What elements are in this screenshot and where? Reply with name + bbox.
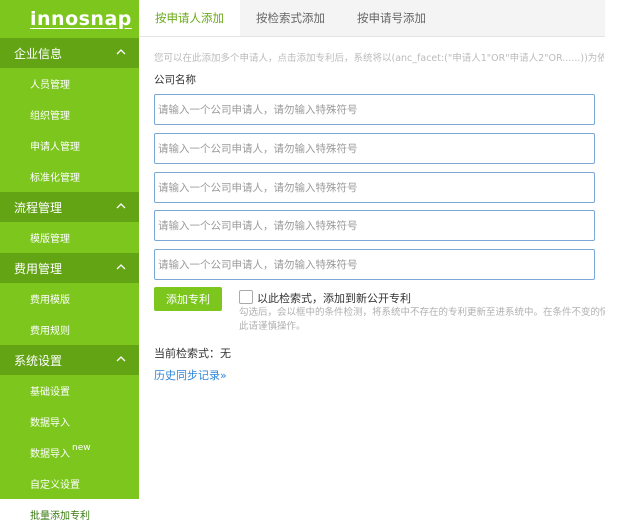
description-line: 此请谨慎操作。: [239, 321, 306, 332]
nav-group-label: 流程管理: [14, 200, 63, 215]
nav-group-label: 费用管理: [14, 261, 63, 276]
nav-group-label: 系统设置: [14, 353, 63, 368]
nav-group-label: 企业信息: [14, 46, 63, 61]
nav-group-fees[interactable]: 费用管理: [0, 253, 139, 283]
tab-by-query[interactable]: 按检索式添加: [240, 0, 341, 36]
nav-group-enterprise-info[interactable]: 企业信息: [0, 38, 139, 68]
sidebar-item-basic-settings[interactable]: 基础设置: [0, 375, 139, 406]
sidebar-item-standardization[interactable]: 标准化管理: [0, 161, 139, 192]
applicant-input-2[interactable]: [154, 133, 595, 164]
sidebar-item-fee-templates[interactable]: 费用模版: [0, 283, 139, 314]
hint-text: 您可以在此添加多个申请人，点击添加专利后，系统将以(anc_facet:("申请…: [154, 53, 604, 64]
logo[interactable]: innosnap: [0, 0, 139, 38]
add-patents-button[interactable]: 添加专利: [154, 287, 222, 311]
current-query-label: 当前检索式：无: [154, 347, 231, 360]
chevron-up-icon: [116, 355, 126, 365]
applicant-input-4[interactable]: [154, 210, 595, 241]
nav-group-system-settings[interactable]: 系统设置: [0, 345, 139, 375]
sidebar: innosnap 企业信息 人员管理 组织管理 申请人管理 标准化管理 流程管理…: [0, 0, 139, 530]
description-line: 勾选后，会以框中的条件检测，将系统中不存在的专利更新至进系统中。在条件不变的情况: [239, 307, 605, 318]
main-content: 按申请人添加 按检索式添加 按申请号添加 您可以在此添加多个申请人，点击添加专利…: [139, 0, 605, 530]
nav-group-workflow[interactable]: 流程管理: [0, 192, 139, 222]
chevron-up-icon: [116, 48, 126, 58]
sidebar-item-data-import-new[interactable]: 数据导入 new: [0, 437, 139, 468]
sidebar-item-data-import[interactable]: 数据导入: [0, 406, 139, 437]
sidebar-item-fee-rules[interactable]: 费用规则: [0, 314, 139, 345]
applicant-input-1[interactable]: [154, 94, 595, 125]
tab-bar: 按申请人添加 按检索式添加 按申请号添加: [139, 0, 605, 37]
checkbox-label: 以此检索式，添加到新公开专利: [257, 292, 411, 305]
sidebar-item-applicant[interactable]: 申请人管理: [0, 130, 139, 161]
sidebar-item-batch-add-patents[interactable]: 批量添加专利: [0, 499, 139, 530]
new-badge: new: [72, 442, 91, 453]
sidebar-item-personnel[interactable]: 人员管理: [0, 68, 139, 99]
company-name-label: 公司名称: [154, 74, 196, 86]
applicant-input-3[interactable]: [154, 172, 595, 203]
sidebar-item-templates[interactable]: 模版管理: [0, 222, 139, 253]
double-chevron-right-icon: »: [220, 369, 227, 382]
chevron-up-icon: [116, 263, 126, 273]
chevron-up-icon: [116, 202, 126, 212]
tab-by-applicant[interactable]: 按申请人添加: [139, 0, 240, 36]
history-sync-link[interactable]: 历史同步记录»: [154, 367, 227, 383]
sidebar-item-organization[interactable]: 组织管理: [0, 99, 139, 130]
applicant-input-5[interactable]: [154, 249, 595, 280]
tab-by-application-number[interactable]: 按申请号添加: [341, 0, 442, 36]
checkbox-description: 勾选后，会以框中的条件检测，将系统中不存在的专利更新至进系统中。在条件不变的情况…: [239, 306, 605, 334]
add-to-new-patents-checkbox[interactable]: [239, 290, 253, 304]
sidebar-item-custom-settings[interactable]: 自定义设置: [0, 468, 139, 499]
